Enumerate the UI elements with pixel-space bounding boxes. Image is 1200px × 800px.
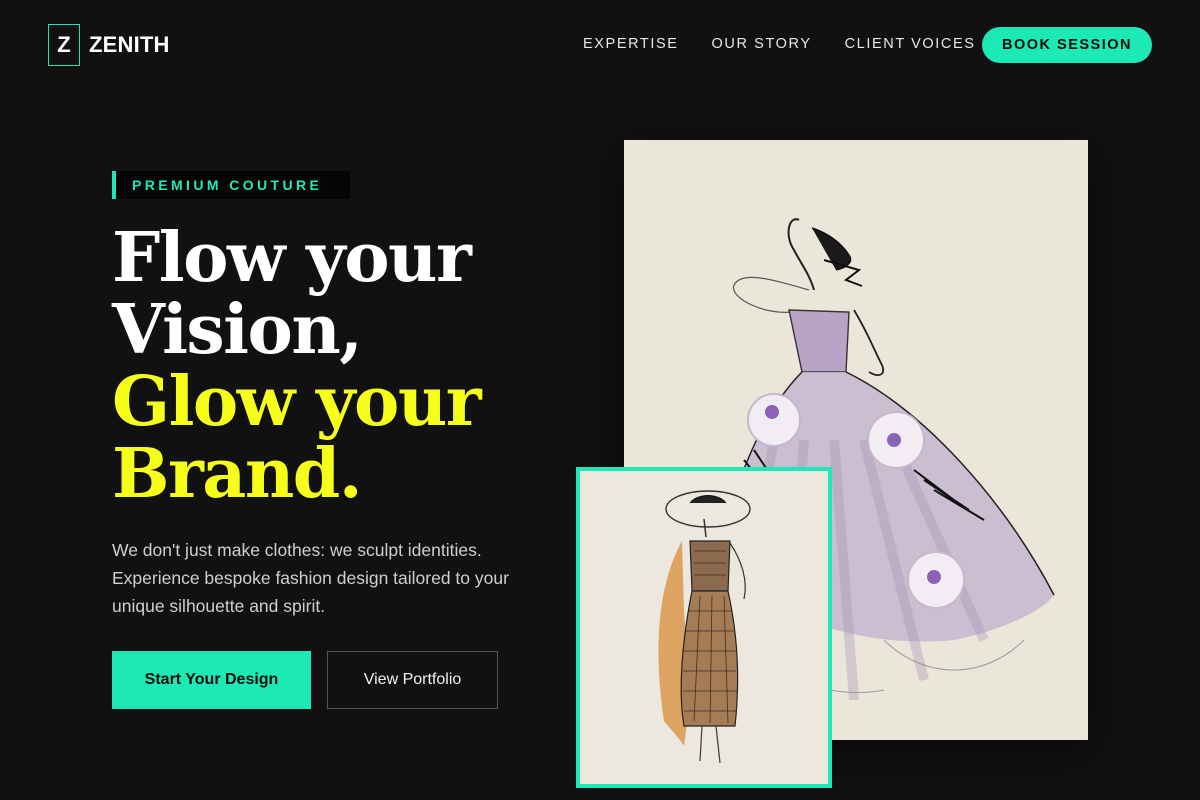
nav-link-expertise[interactable]: EXPERTISE: [583, 36, 679, 52]
headline-line-1: Flow your: [112, 218, 472, 298]
headline-line-4: Brand.: [112, 434, 363, 514]
lace-dress-sketch-image: [576, 467, 832, 788]
view-portfolio-button[interactable]: View Portfolio: [327, 651, 498, 709]
hero-description: We don't just make clothes: we sculpt id…: [112, 540, 509, 616]
start-design-button[interactable]: Start Your Design: [112, 651, 311, 709]
logo-mark: Z: [48, 24, 80, 66]
nav-link-client-voices[interactable]: CLIENT VOICES: [845, 36, 976, 52]
book-session-button[interactable]: BOOK SESSION: [982, 27, 1152, 63]
hero-headline: Flow your Vision, Glow your Brand.: [112, 218, 482, 514]
headline-line-3: Glow your: [112, 362, 482, 442]
logo-link[interactable]: Z ZENITH: [48, 24, 170, 66]
top-navigation: Z ZENITH EXPERTISE OUR STORY CLIENT VOIC…: [0, 0, 1200, 90]
logo-text: ZENITH: [89, 32, 170, 57]
headline-line-2: Vision,: [112, 290, 363, 370]
nav-link-our-story[interactable]: OUR STORY: [712, 36, 812, 52]
nav-links: EXPERTISE OUR STORY CLIENT VOICES: [583, 36, 1009, 52]
lace-dress-sketch-illustration: [580, 471, 828, 784]
premium-couture-badge: PREMIUM COUTURE: [112, 171, 350, 199]
